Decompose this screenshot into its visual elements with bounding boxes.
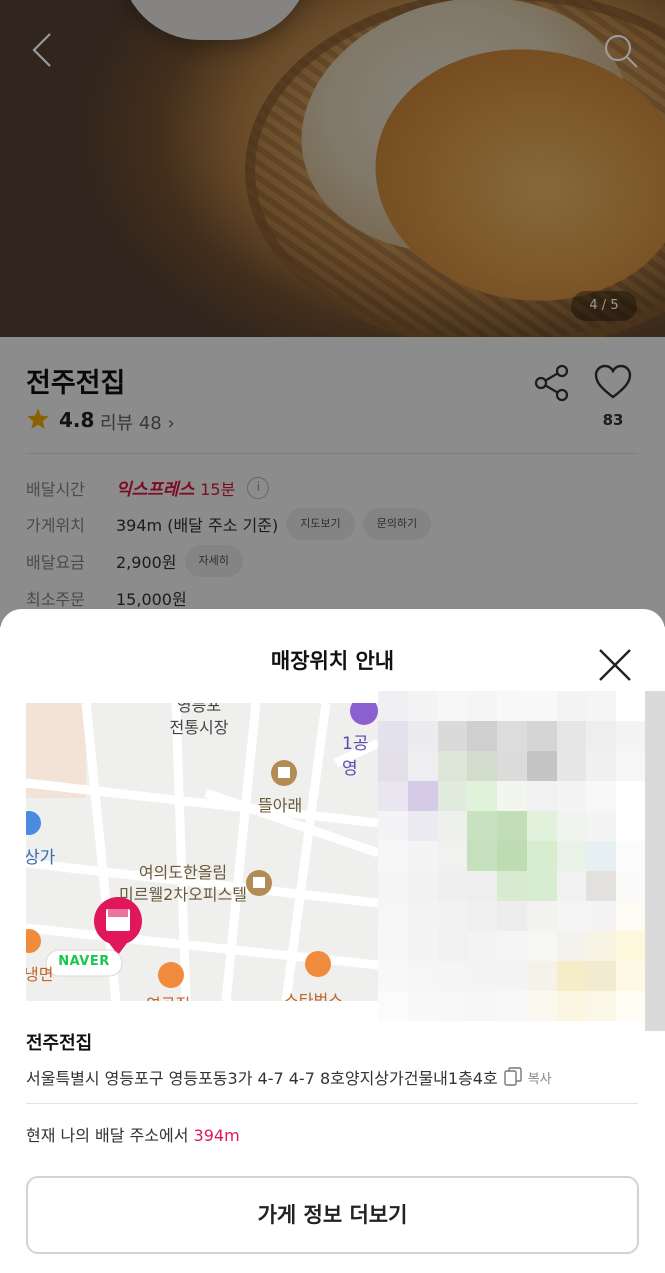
store-info: 전주전집 4.8 리뷰 48 › 83 배달시간 익스프레스 15분 i 가게위… [0,337,665,627]
blurred-map-area [378,691,646,1021]
overlay-dim [0,337,665,627]
copy-button[interactable]: 복사 [528,1068,552,1087]
sheet-store-name: 전주전집 [26,1033,93,1054]
overlay-dim [0,0,665,337]
scrollbar[interactable] [645,691,665,1031]
store-address-row: 서울특별시 영등포구 영등포동3가 4-7 4-7 8호양지상가건물내1층4호 … [26,1065,552,1089]
image-counter: 4 / 5 [571,291,637,321]
map-label-bottom1: 연곡집 [146,991,190,1001]
more-store-info-button[interactable]: 가게 정보 더보기 [26,1176,639,1254]
search-icon[interactable] [602,32,640,70]
distance-value: 394m [193,1126,240,1145]
distance-prefix: 현재 나의 배달 주소에서 [26,1126,194,1145]
map-label-parking: 1공영 [342,734,369,779]
store-address: 서울특별시 영등포구 영등포동3가 4-7 4-7 8호양지상가건물내1층4호 [26,1069,498,1088]
map-label-place2: 여의도한올림 미르웰2차오피스텔 [119,863,247,904]
copy-icon[interactable] [504,1067,522,1087]
map-label-bottom2: 스타벅스 [284,991,343,1001]
map-label-market: 영등포 전통시장 [169,703,229,737]
hero-image: 4 / 5 [0,0,665,337]
location-map[interactable]: 영등포 전통시장 1공영 뜰아래 여의도한올림 미르웰2차오피스텔 상가 냉면 … [26,703,378,1001]
sheet-title: 매장위치 안내 [270,649,395,673]
close-icon[interactable] [597,647,633,683]
naver-logo: NAVER [58,954,110,969]
map-label-left: 상가 [26,848,56,868]
store-location-sheet: 매장위치 안내 영등포 전통시장 1공영 뜰아래 여의도한올림 미르웰2차오피스… [0,609,665,1273]
map-label-place1: 뜰아래 [258,796,303,815]
distance-text: 현재 나의 배달 주소에서 394m [26,1122,240,1146]
chevron-left-icon[interactable] [26,30,62,70]
divider [26,1103,638,1104]
